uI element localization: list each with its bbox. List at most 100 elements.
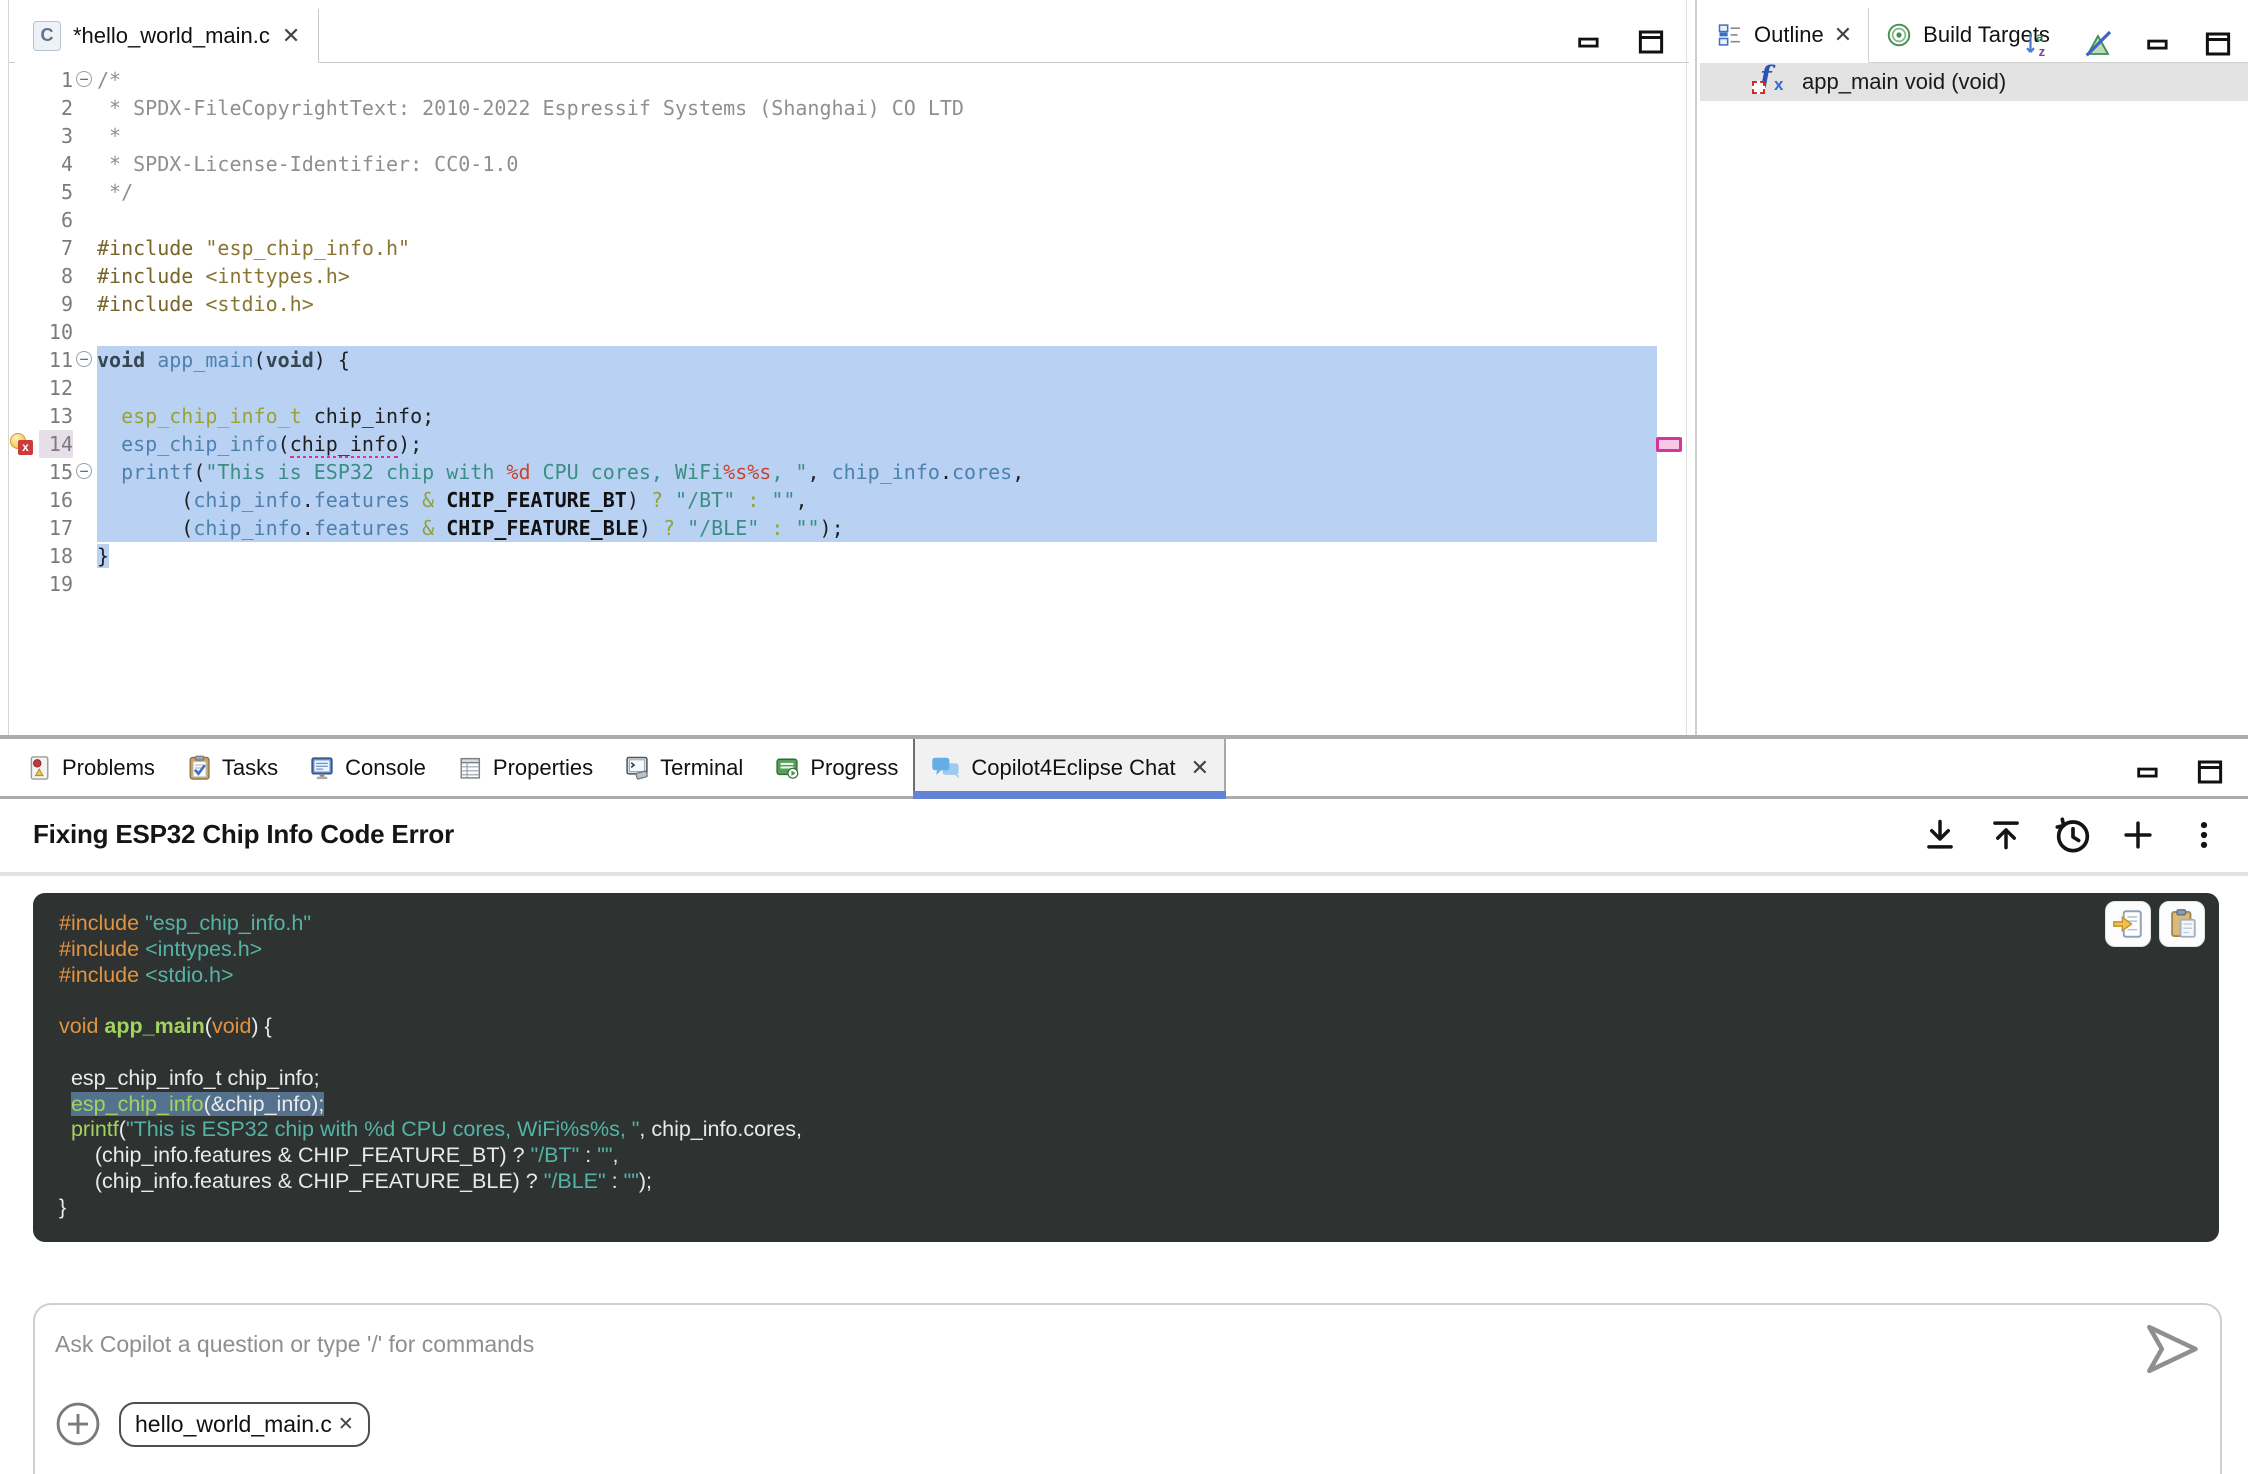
- chat-header-divider: [0, 872, 2248, 876]
- chat-code-line: [59, 988, 2099, 1014]
- editor-line-1: 1−/*: [9, 66, 1689, 94]
- sort-button[interactable]: az: [2018, 24, 2058, 64]
- line-number: 19: [39, 570, 73, 598]
- chat-code-line: (chip_info.features & CHIP_FEATURE_BT) ?…: [59, 1143, 2099, 1169]
- svg-text:a: a: [2036, 30, 2044, 45]
- outline-item-app-main[interactable]: fx app_main void (void): [1700, 63, 2248, 101]
- copy-clipboard-icon: [2165, 907, 2199, 941]
- editor-region: C *hello_world_main.c ✕ 1−/*2 * SPDX-Fil…: [8, 0, 1689, 735]
- upload-icon: [1987, 816, 2025, 854]
- overflow-menu-button[interactable]: [2184, 815, 2224, 855]
- history-button[interactable]: [2052, 815, 2092, 855]
- occurrence-marker: [1656, 437, 1682, 452]
- attachment-chip[interactable]: hello_world_main.c ✕: [119, 1402, 370, 1447]
- line-number: 12: [39, 374, 73, 402]
- send-message-button[interactable]: [2140, 1317, 2204, 1381]
- line-number: 9: [39, 290, 73, 318]
- line-number: 15: [39, 458, 73, 486]
- line-number: 14: [39, 430, 73, 458]
- history-icon: [2052, 815, 2092, 855]
- eclipse-window: C *hello_world_main.c ✕ 1−/*2 * SPDX-Fil…: [0, 0, 2248, 1474]
- chat-code-block: #include "esp_chip_info.h"#include <intt…: [33, 893, 2219, 1242]
- minimize-button[interactable]: [1569, 22, 1609, 62]
- minimize-icon: [2134, 758, 2162, 786]
- outline-view-icon: [1716, 21, 1744, 49]
- tab-label: Copilot4Eclipse Chat: [971, 755, 1175, 781]
- bottom-tab-bar: ProblemsTasksConsole Properties Terminal Pr…: [0, 739, 2248, 799]
- tasks-icon: [185, 754, 213, 782]
- editor-line-14: x14 esp_chip_info(chip_info);: [9, 430, 1689, 458]
- line-number: 7: [39, 234, 73, 262]
- add-attachment-button[interactable]: [55, 1401, 101, 1447]
- chat-input-box[interactable]: Ask Copilot a question or type '/' for c…: [33, 1303, 2222, 1474]
- close-icon[interactable]: ✕: [1834, 24, 1852, 46]
- close-icon[interactable]: ✕: [1191, 757, 1209, 779]
- insert-code-button[interactable]: [2105, 901, 2151, 947]
- maximize-button[interactable]: [2190, 752, 2230, 792]
- error-marker-icon[interactable]: x: [18, 440, 33, 455]
- tab-tasks[interactable]: Tasks: [170, 739, 293, 796]
- line-number: 16: [39, 486, 73, 514]
- line-number: 11: [39, 346, 73, 374]
- c-function-error-icon: fx: [1752, 65, 1792, 99]
- line-number: 5: [39, 178, 73, 206]
- insert-code-icon: [2111, 907, 2145, 941]
- new-chat-button[interactable]: [2118, 815, 2158, 855]
- panel-divider[interactable]: [1695, 0, 1697, 735]
- chat-code-line: printf("This is ESP32 chip with %d CPU c…: [59, 1117, 2099, 1143]
- progress-icon: [773, 754, 801, 782]
- tab-label: Terminal: [660, 755, 743, 781]
- editor-code-area[interactable]: 1−/*2 * SPDX-FileCopyrightText: 2010-202…: [9, 66, 1689, 735]
- editor-line-16: 16 (chip_info.features & CHIP_FEATURE_BT…: [9, 486, 1689, 514]
- minimize-button[interactable]: [2138, 24, 2178, 64]
- outline-item-label: app_main void (void): [1802, 69, 2006, 95]
- close-icon[interactable]: ✕: [338, 1415, 354, 1434]
- tab-properties[interactable]: Properties: [441, 739, 608, 796]
- upload-chat-button[interactable]: [1986, 815, 2026, 855]
- line-number: 4: [39, 150, 73, 178]
- editor-line-8: 8#include <inttypes.h>: [9, 262, 1689, 290]
- plus-circle-icon: [55, 1401, 101, 1447]
- chat-code-line: }: [59, 1195, 2099, 1221]
- fold-collapse-icon[interactable]: −: [76, 71, 92, 87]
- line-number: 1: [39, 66, 73, 94]
- svg-text:z: z: [2039, 44, 2046, 59]
- tab-outline[interactable]: Outline ✕: [1700, 8, 1869, 63]
- chat-code-line: (chip_info.features & CHIP_FEATURE_BLE) …: [59, 1169, 2099, 1195]
- chat-code-line: #include <stdio.h>: [59, 963, 2099, 989]
- maximize-button[interactable]: [2198, 24, 2238, 64]
- maximize-button[interactable]: [1631, 22, 1671, 62]
- tab-problems[interactable]: Problems: [10, 739, 170, 796]
- tab-console[interactable]: Console: [293, 739, 441, 796]
- download-chat-button[interactable]: [1920, 815, 1960, 855]
- chat-code-line: #include "esp_chip_info.h": [59, 911, 2099, 937]
- copy-code-button[interactable]: [2159, 901, 2205, 947]
- fold-collapse-icon[interactable]: −: [76, 351, 92, 367]
- minimize-button[interactable]: [2128, 752, 2168, 792]
- kebab-menu-icon: [2187, 816, 2221, 854]
- editor-line-18: 18}: [9, 542, 1689, 570]
- chat-code-line: [59, 1040, 2099, 1066]
- filter-button[interactable]: [2078, 24, 2118, 64]
- tab-progress[interactable]: Progress: [758, 739, 913, 796]
- send-icon: [2140, 1317, 2204, 1381]
- outline-tab-label: Outline: [1754, 22, 1824, 48]
- line-number: 2: [39, 94, 73, 122]
- fold-collapse-icon[interactable]: −: [76, 463, 92, 479]
- editor-line-17: 17 (chip_info.features & CHIP_FEATURE_BL…: [9, 514, 1689, 542]
- close-icon[interactable]: ✕: [282, 25, 300, 47]
- chat-session-title: Fixing ESP32 Chip Info Code Error: [33, 819, 454, 850]
- chat-code-line: #include <inttypes.h>: [59, 937, 2099, 963]
- tab-terminal[interactable]: Terminal: [608, 739, 758, 796]
- editor-line-19: 19: [9, 570, 1689, 598]
- tab-label: Progress: [810, 755, 898, 781]
- editor-line-4: 4 * SPDX-License-Identifier: CC0-1.0: [9, 150, 1689, 178]
- editor-tab-hello-world-main[interactable]: C *hello_world_main.c ✕: [15, 9, 319, 63]
- editor-line-3: 3 *: [9, 122, 1689, 150]
- line-number: 8: [39, 262, 73, 290]
- maximize-icon: [2195, 757, 2225, 787]
- tab-copilot4eclipse-chat[interactable]: Copilot4Eclipse Chat ✕: [913, 739, 1226, 796]
- c-file-icon: C: [33, 21, 61, 51]
- tab-label: Properties: [493, 755, 593, 781]
- problems-icon: [25, 754, 53, 782]
